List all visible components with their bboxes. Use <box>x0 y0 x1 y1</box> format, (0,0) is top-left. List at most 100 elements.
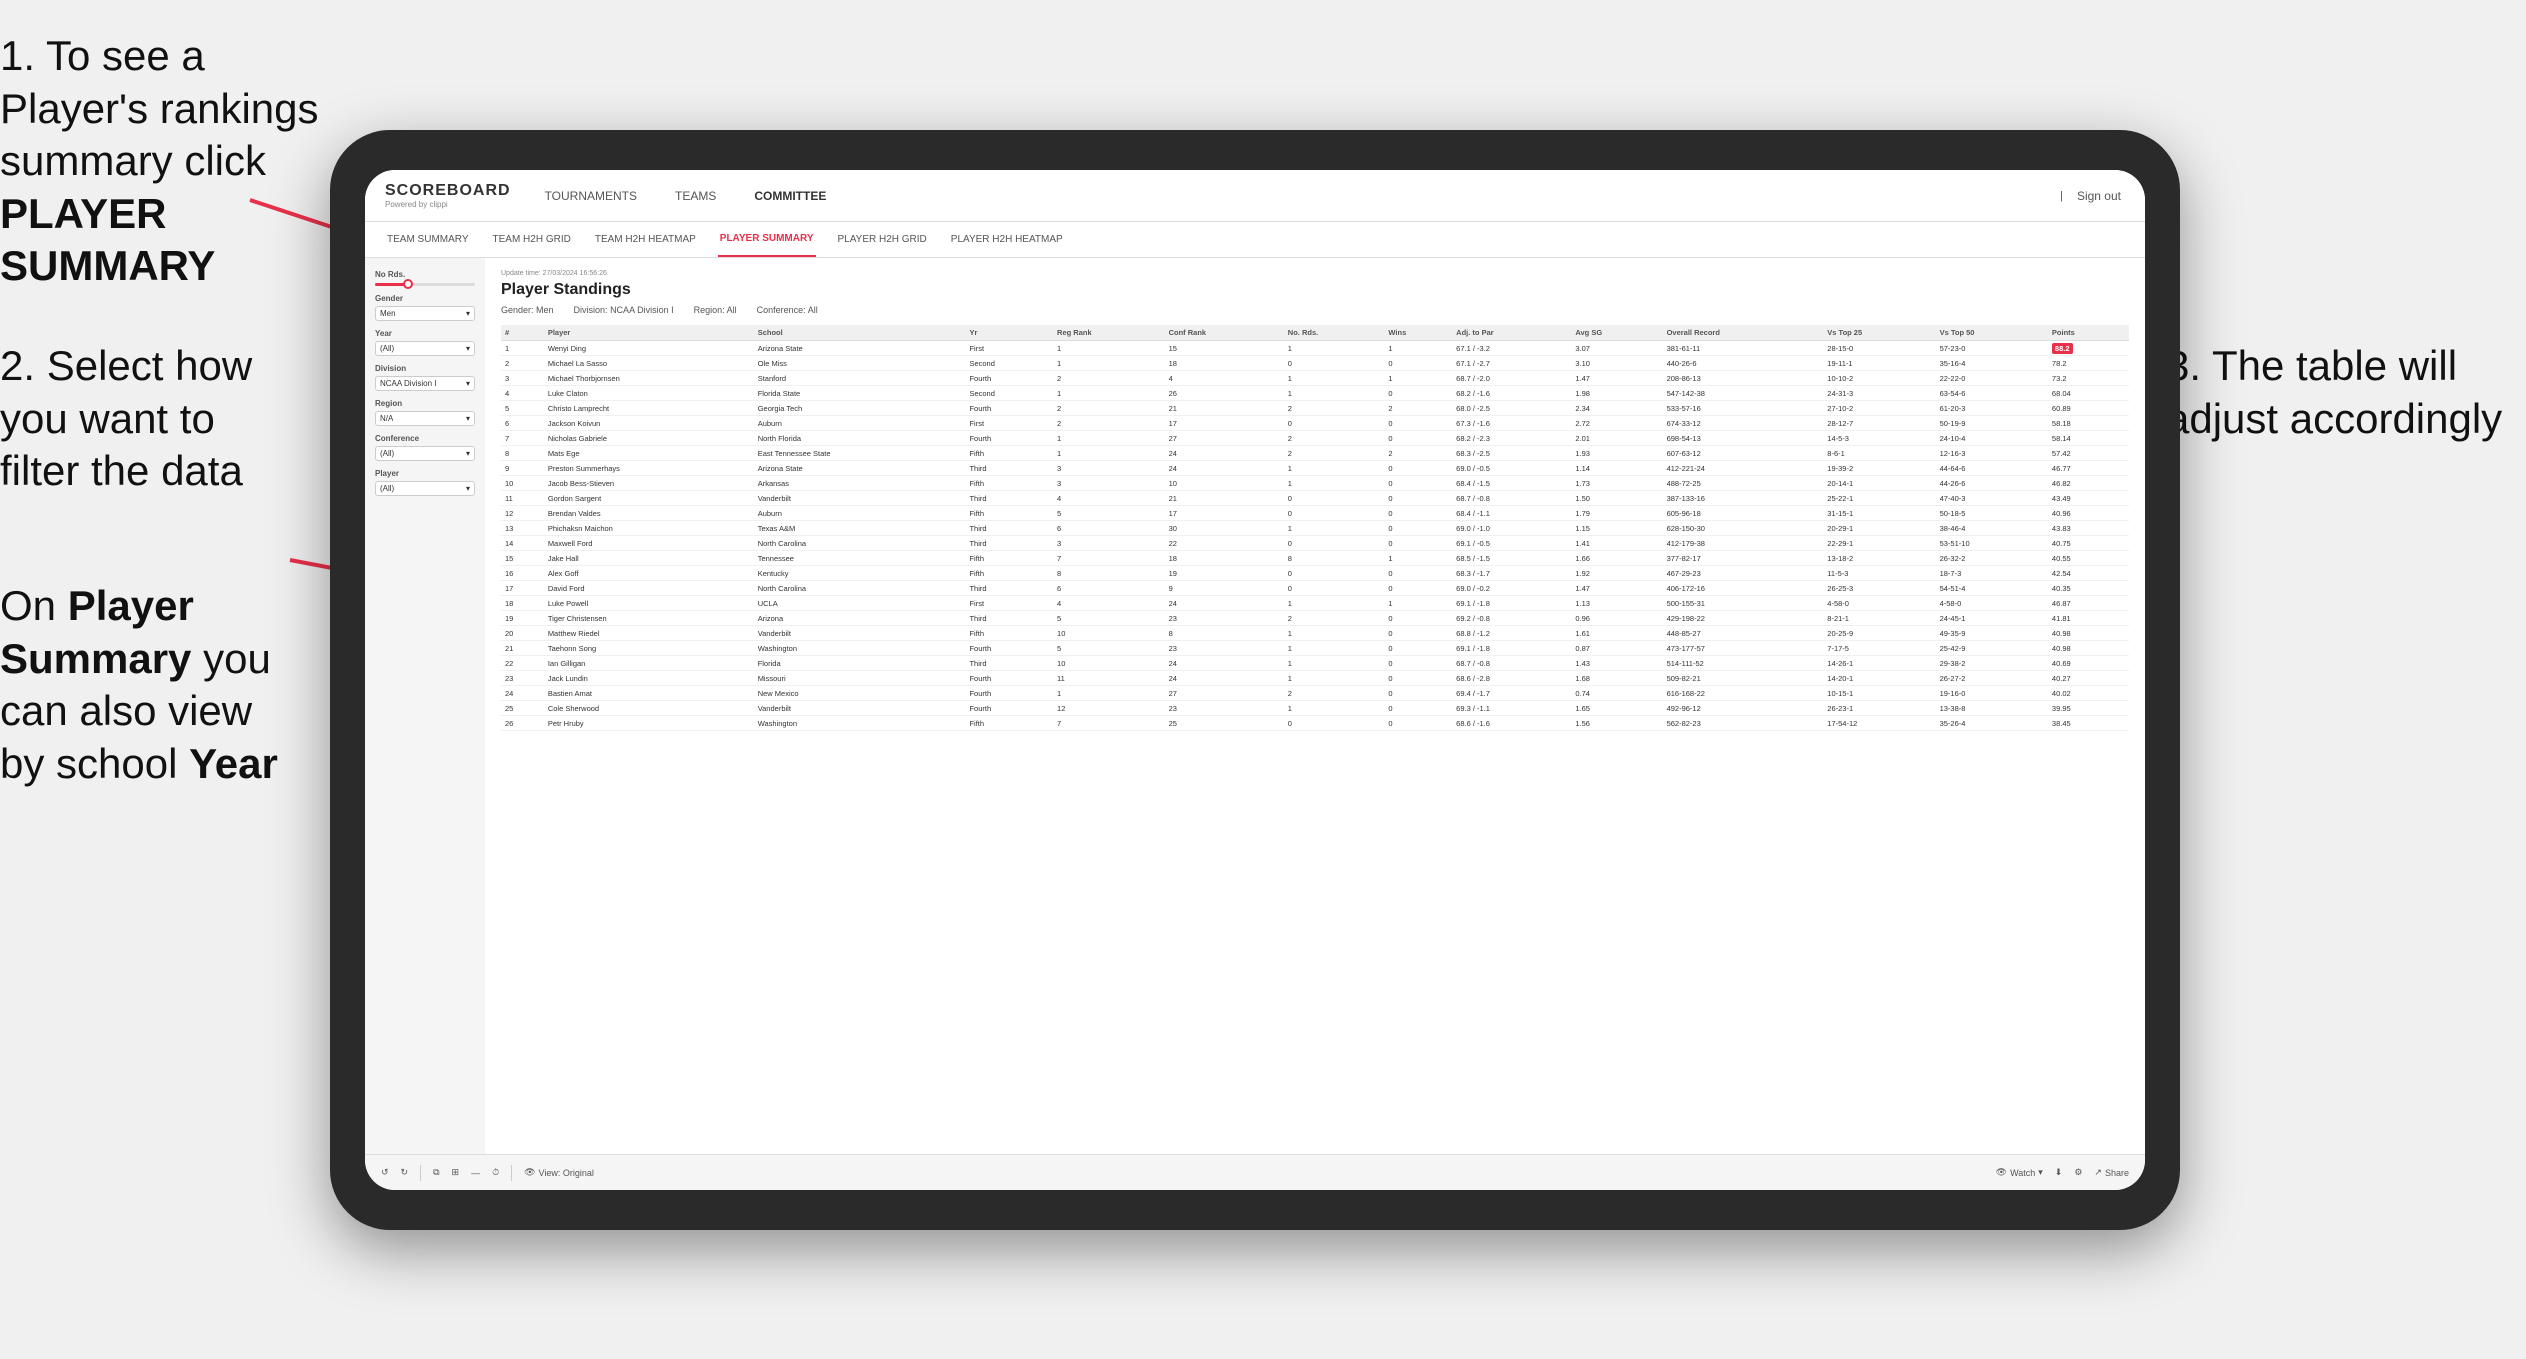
watch-button[interactable]: 👁 Watch ▾ <box>1996 1167 2043 1178</box>
share-button[interactable]: ↗ Share <box>2094 1167 2129 1178</box>
sidebar: No Rds. Gender Men ▾ Year (All) ▾ <box>365 258 485 1154</box>
region-chevron: ▾ <box>466 414 470 423</box>
cell-adj: 67.1 / -3.2 <box>1452 341 1571 356</box>
cell-conf-rank: 23 <box>1165 611 1284 626</box>
no-rds-label: No Rds. <box>375 270 475 279</box>
no-rds-slider[interactable] <box>375 283 475 286</box>
cell-no-rds: 0 <box>1284 356 1385 371</box>
sub-nav-player-h2h-grid[interactable]: PLAYER H2H GRID <box>836 222 929 257</box>
cell-no-rds: 0 <box>1284 716 1385 731</box>
redo-button[interactable]: ↻ <box>401 1167 409 1178</box>
cell-no-rds: 1 <box>1284 596 1385 611</box>
cell-conf-rank: 17 <box>1165 506 1284 521</box>
cell-avg-sg: 1.92 <box>1571 566 1662 581</box>
cell-record: 607-63-12 <box>1663 446 1824 461</box>
nav-item-tournaments[interactable]: TOURNAMENTS <box>541 189 641 203</box>
cell-vt50: 22-22-0 <box>1936 371 2048 386</box>
conference-label: Conference <box>375 434 475 443</box>
view-original-button[interactable]: 👁 View: Original <box>524 1167 594 1178</box>
sub-nav-player-h2h-heatmap[interactable]: PLAYER H2H HEATMAP <box>949 222 1065 257</box>
cell-school: Vanderbilt <box>754 491 966 506</box>
gender-select[interactable]: Men ▾ <box>375 306 475 321</box>
download-button[interactable]: ⬇ <box>2055 1167 2063 1178</box>
cell-adj: 69.1 / -1.8 <box>1452 596 1571 611</box>
cell-avg-sg: 1.61 <box>1571 626 1662 641</box>
cell-yr: Fourth <box>965 701 1053 716</box>
cell-points: 40.02 <box>2048 686 2129 701</box>
cell-reg-rank: 2 <box>1053 401 1165 416</box>
division-select[interactable]: NCAA Division I ▾ <box>375 376 475 391</box>
table-row: 4 Luke Claton Florida State Second 1 26 … <box>501 386 2129 401</box>
settings-button[interactable]: ⚙ <box>2074 1167 2082 1178</box>
cell-avg-sg: 1.68 <box>1571 671 1662 686</box>
cell-no-rds: 0 <box>1284 566 1385 581</box>
cell-vt25: 22-29-1 <box>1823 536 1935 551</box>
cell-vt50: 54-51-4 <box>1936 581 2048 596</box>
cell-reg-rank: 4 <box>1053 491 1165 506</box>
table-row: 21 Taehonn Song Washington Fourth 5 23 1… <box>501 641 2129 656</box>
filter-region: Region: All <box>694 305 737 315</box>
filter-region-value: All <box>727 305 737 315</box>
sub-nav-team-h2h-heatmap[interactable]: TEAM H2H HEATMAP <box>593 222 698 257</box>
cell-rank: 14 <box>501 536 544 551</box>
clock-button[interactable]: ⏱ <box>492 1167 499 1178</box>
cell-no-rds: 0 <box>1284 581 1385 596</box>
cell-player: Petr Hruby <box>544 716 754 731</box>
grid-button[interactable]: ⊞ <box>452 1167 460 1178</box>
player-select[interactable]: (All) ▾ <box>375 481 475 496</box>
cell-conf-rank: 18 <box>1165 551 1284 566</box>
cell-vt50: 38-46-4 <box>1936 521 2048 536</box>
cell-rank: 10 <box>501 476 544 491</box>
cell-player: Gordon Sargent <box>544 491 754 506</box>
nav-item-committee[interactable]: COMMITTEE <box>750 189 830 203</box>
undo-button[interactable]: ↺ <box>381 1167 389 1178</box>
cell-vt25: 14-5-3 <box>1823 431 1935 446</box>
annotation-1-text: 1. To see a Player's rankings summary cl… <box>0 30 320 293</box>
cell-record: 547-142-38 <box>1663 386 1824 401</box>
cell-vt25: 20-29-1 <box>1823 521 1935 536</box>
region-value: N/A <box>380 414 393 423</box>
cell-vt25: 26-23-1 <box>1823 701 1935 716</box>
cell-vt25: 19-11-1 <box>1823 356 1935 371</box>
cell-avg-sg: 1.14 <box>1571 461 1662 476</box>
cell-no-rds: 1 <box>1284 701 1385 716</box>
dash-button[interactable]: — <box>471 1168 480 1178</box>
cell-wins: 0 <box>1384 416 1452 431</box>
annotation-1-container: 1. To see a Player's rankings summary cl… <box>0 30 320 323</box>
nav-item-teams[interactable]: TEAMS <box>671 189 720 203</box>
cell-points: 40.75 <box>2048 536 2129 551</box>
sub-nav-team-h2h-grid[interactable]: TEAM H2H GRID <box>491 222 573 257</box>
cell-school: New Mexico <box>754 686 966 701</box>
app-logo-sub: Powered by clippi <box>385 200 511 209</box>
table-row: 6 Jackson Koivun Auburn First 2 17 0 0 6… <box>501 416 2129 431</box>
cell-yr: Third <box>965 656 1053 671</box>
table-row: 18 Luke Powell UCLA First 4 24 1 1 69.1 … <box>501 596 2129 611</box>
cell-no-rds: 1 <box>1284 461 1385 476</box>
cell-adj: 68.8 / -1.2 <box>1452 626 1571 641</box>
table-row: 17 David Ford North Carolina Third 6 9 0… <box>501 581 2129 596</box>
region-select[interactable]: N/A ▾ <box>375 411 475 426</box>
col-points: Points <box>2048 325 2129 341</box>
cell-school: Auburn <box>754 416 966 431</box>
col-avg-sg: Avg SG <box>1571 325 1662 341</box>
cell-rank: 17 <box>501 581 544 596</box>
cell-record: 562-82-23 <box>1663 716 1824 731</box>
sign-out-button[interactable]: Sign out <box>2073 189 2125 203</box>
copy-button[interactable]: ⧉ <box>433 1167 439 1178</box>
cell-rank: 7 <box>501 431 544 446</box>
conference-select[interactable]: (All) ▾ <box>375 446 475 461</box>
cell-no-rds: 1 <box>1284 656 1385 671</box>
cell-vt25: 24-31-3 <box>1823 386 1935 401</box>
cell-adj: 68.4 / -1.1 <box>1452 506 1571 521</box>
cell-reg-rank: 1 <box>1053 446 1165 461</box>
year-select[interactable]: (All) ▾ <box>375 341 475 356</box>
cell-conf-rank: 25 <box>1165 716 1284 731</box>
sub-nav-player-summary[interactable]: PLAYER SUMMARY <box>718 222 816 257</box>
cell-wins: 1 <box>1384 551 1452 566</box>
filter-conference-value: All <box>808 305 818 315</box>
cell-record: 628-150-30 <box>1663 521 1824 536</box>
cell-reg-rank: 1 <box>1053 686 1165 701</box>
sub-nav-team-summary[interactable]: TEAM SUMMARY <box>385 222 471 257</box>
cell-avg-sg: 1.50 <box>1571 491 1662 506</box>
cell-vt25: 25-22-1 <box>1823 491 1935 506</box>
